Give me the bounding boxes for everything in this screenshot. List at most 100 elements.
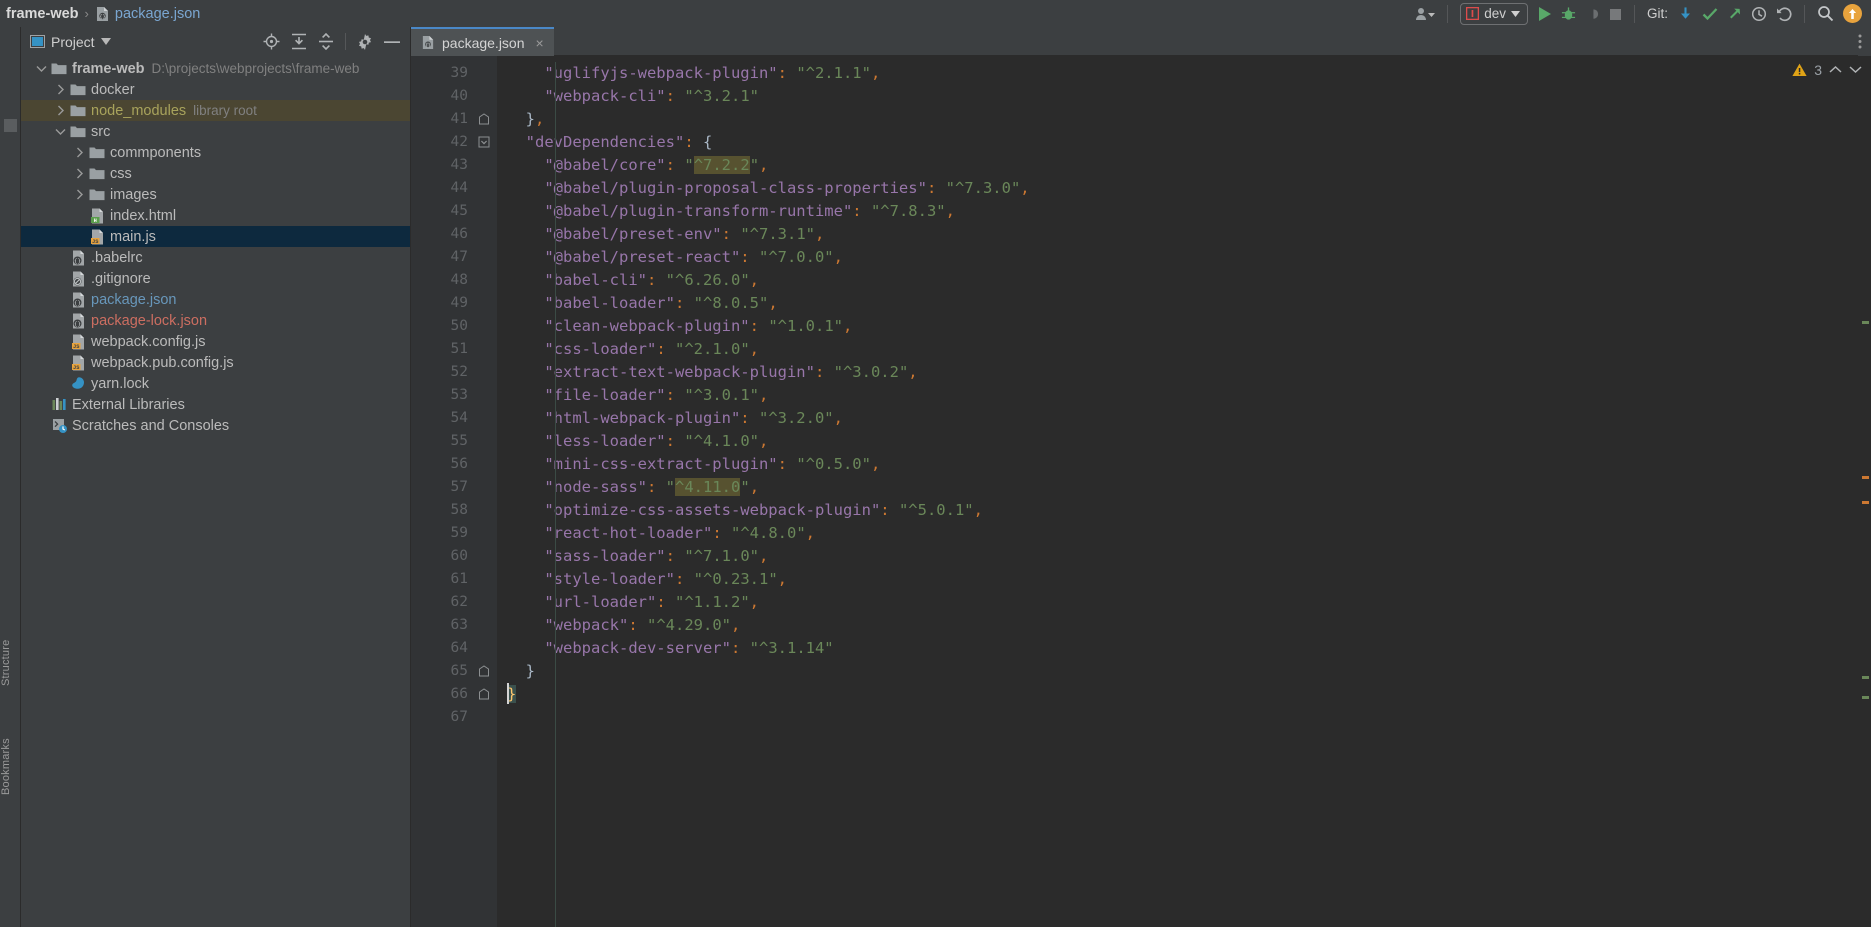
history-icon[interactable] xyxy=(1751,6,1767,22)
chevron-right-icon[interactable] xyxy=(71,189,88,200)
debug-icon[interactable] xyxy=(1561,6,1576,22)
line-number: 51 xyxy=(450,341,468,357)
tree-item-commponents[interactable]: commponents xyxy=(21,142,410,163)
tree-item-subtitle: library root xyxy=(193,103,257,118)
code-line[interactable]: "less-loader": "^4.1.0", xyxy=(507,430,1859,453)
tree-item-src[interactable]: src xyxy=(21,121,410,142)
tree-item--babelrc[interactable]: {} .babelrc xyxy=(21,247,410,268)
run-icon[interactable] xyxy=(1537,6,1552,22)
folder-icon xyxy=(88,145,107,160)
project-tree[interactable]: frame-web D:\projects\webprojects\frame-w… xyxy=(21,56,410,927)
tree-item-package-json[interactable]: {} package.json xyxy=(21,289,410,310)
code-line[interactable]: "file-loader": "^3.0.1", xyxy=(507,384,1859,407)
tree-item-main-js[interactable]: JS main.js xyxy=(21,226,410,247)
settings-icon[interactable] xyxy=(357,33,373,50)
code-line[interactable]: "clean-webpack-plugin": "^1.0.1", xyxy=(507,315,1859,338)
chevron-down-icon[interactable] xyxy=(1849,65,1862,74)
tree-item-docker[interactable]: docker xyxy=(21,79,410,100)
code-line[interactable]: "webpack": "^4.29.0", xyxy=(507,614,1859,637)
collapse-all-icon[interactable] xyxy=(318,33,334,50)
code-line[interactable]: "babel-loader": "^8.0.5", xyxy=(507,292,1859,315)
chevron-up-icon[interactable] xyxy=(1829,65,1842,74)
code-line[interactable]: "url-loader": "^1.1.2", xyxy=(507,591,1859,614)
code-line[interactable]: "@babel/preset-env": "^7.3.1", xyxy=(507,223,1859,246)
chevron-down-icon[interactable] xyxy=(33,64,50,73)
tool-window-bookmarks[interactable]: Bookmarks xyxy=(0,717,21,817)
code-line[interactable]: "html-webpack-plugin": "^3.2.0", xyxy=(507,407,1859,430)
code-editor[interactable]: "uglifyjs-webpack-plugin": "^2.1.1", "we… xyxy=(497,56,1859,927)
push-icon[interactable] xyxy=(1727,6,1742,22)
tree-item-frame-web[interactable]: frame-web D:\projects\webprojects\frame-w… xyxy=(21,58,410,79)
tree-item-css[interactable]: css xyxy=(21,163,410,184)
run-configuration-selector[interactable]: dev xyxy=(1460,2,1528,25)
chevron-right-icon[interactable] xyxy=(71,147,88,158)
code-line[interactable]: "webpack-dev-server": "^3.1.14" xyxy=(507,637,1859,660)
code-line[interactable]: "react-hot-loader": "^4.8.0", xyxy=(507,522,1859,545)
code-line[interactable]: "@babel/plugin-proposal-class-properties… xyxy=(507,177,1859,200)
code-line[interactable]: } xyxy=(507,683,1859,706)
locate-icon[interactable] xyxy=(263,33,280,50)
code-line[interactable]: "extract-text-webpack-plugin": "^3.0.2", xyxy=(507,361,1859,384)
user-avatar[interactable] xyxy=(1843,4,1862,23)
line-number: 44 xyxy=(450,180,468,196)
close-icon[interactable]: × xyxy=(536,35,544,51)
code-line[interactable]: "@babel/plugin-transform-runtime": "^7.8… xyxy=(507,200,1859,223)
hide-icon[interactable] xyxy=(384,40,400,44)
code-line[interactable]: "css-loader": "^2.1.0", xyxy=(507,338,1859,361)
tree-item-webpack-pub-config-js[interactable]: JS webpack.pub.config.js xyxy=(21,352,410,373)
tree-item-webpack-config-js[interactable]: JS webpack.config.js xyxy=(21,331,410,352)
svg-text:H: H xyxy=(94,218,97,224)
search-everywhere-icon[interactable] xyxy=(1817,5,1834,22)
breadcrumb-project-label: frame-web xyxy=(6,5,79,22)
chevron-down-icon[interactable] xyxy=(100,38,111,45)
expand-all-icon[interactable] xyxy=(291,33,307,50)
user-account-icon[interactable] xyxy=(1415,6,1436,22)
commit-icon[interactable] xyxy=(1702,6,1718,22)
revert-icon[interactable] xyxy=(1776,6,1792,22)
code-line[interactable]: "@babel/core": "^7.2.2", xyxy=(507,154,1859,177)
fold-end-icon[interactable] xyxy=(478,665,491,678)
warning-count: 3 xyxy=(1814,61,1822,78)
code-line[interactable]: "style-loader": "^0.23.1", xyxy=(507,568,1859,591)
chevron-right-icon[interactable] xyxy=(52,84,69,95)
code-line[interactable]: "babel-cli": "^6.26.0", xyxy=(507,269,1859,292)
code-line[interactable]: "node-sass": "^4.11.0", xyxy=(507,476,1859,499)
code-line[interactable]: "uglifyjs-webpack-plugin": "^2.1.1", xyxy=(507,62,1859,85)
code-line[interactable]: }, xyxy=(507,108,1859,131)
code-line[interactable]: "webpack-cli": "^3.2.1" xyxy=(507,85,1859,108)
code-line[interactable]: } xyxy=(507,660,1859,683)
tool-window-structure[interactable]: Structure xyxy=(0,617,21,709)
breadcrumb-file-label: package.json xyxy=(114,5,201,22)
fold-expanded-icon[interactable] xyxy=(478,136,491,149)
folder-icon xyxy=(69,82,88,97)
fold-end-icon[interactable] xyxy=(478,688,491,701)
tree-item-yarn-lock[interactable]: yarn.lock xyxy=(21,373,410,394)
breadcrumb-item-project[interactable]: frame-web xyxy=(6,6,79,22)
tree-item--gitignore[interactable]: .gitignore xyxy=(21,268,410,289)
editor-body: 39 40 41 42 43 44 45 46 47 48 49 50 51 52 53 54 55 56 57 58… xyxy=(411,56,1871,927)
breadcrumb-item-file[interactable]: {} package.json xyxy=(95,6,200,22)
tree-item-scratches-and-consoles[interactable]: Scratches and Consoles xyxy=(21,415,410,436)
editor-marker-gutter[interactable] xyxy=(1859,56,1871,927)
chevron-right-icon[interactable] xyxy=(71,168,88,179)
fold-end-icon[interactable] xyxy=(478,113,491,126)
code-line[interactable]: "@babel/preset-react": "^7.0.0", xyxy=(507,246,1859,269)
tree-item-images[interactable]: images xyxy=(21,184,410,205)
svg-text:{}: {} xyxy=(74,320,81,327)
inspection-widget[interactable]: 3 xyxy=(1775,56,1871,83)
code-folding-gutter[interactable] xyxy=(473,56,497,927)
code-line[interactable]: "devDependencies": { xyxy=(507,131,1859,154)
tree-item-node-modules[interactable]: node_modules library root xyxy=(21,100,410,121)
code-line[interactable]: "sass-loader": "^7.1.0", xyxy=(507,545,1859,568)
tree-item-package-lock-json[interactable]: {} package-lock.json xyxy=(21,310,410,331)
code-line[interactable] xyxy=(507,706,1859,729)
chevron-right-icon[interactable] xyxy=(52,105,69,116)
update-project-icon[interactable] xyxy=(1678,6,1693,22)
tree-item-index-html[interactable]: Hindex.html xyxy=(21,205,410,226)
tree-item-external-libraries[interactable]: External Libraries xyxy=(21,394,410,415)
code-line[interactable]: "optimize-css-assets-webpack-plugin": "^… xyxy=(507,499,1859,522)
chevron-down-icon[interactable] xyxy=(52,127,69,136)
editor-tab-package-json[interactable]: {} package.json × xyxy=(411,27,554,56)
code-line[interactable]: "mini-css-extract-plugin": "^0.5.0", xyxy=(507,453,1859,476)
tab-bar-options[interactable] xyxy=(1858,27,1871,56)
